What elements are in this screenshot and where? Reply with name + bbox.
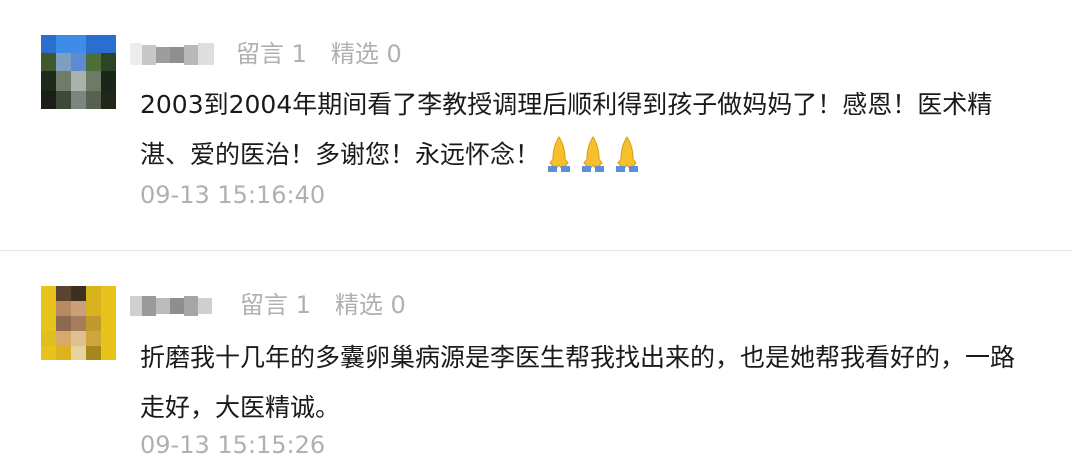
comment-text-content: 折磨我十几年的多囊卵巢病源是李医生帮我找出来的，也是她帮我看好的，一路走好，大医… bbox=[140, 343, 1016, 422]
reply-count[interactable]: 留言 1 bbox=[236, 37, 307, 71]
comment-text: 2003到2004年期间看了李教授调理后顺利得到孩子做妈妈了！感恩！医术精湛、爱… bbox=[140, 80, 1030, 180]
comment-timestamp: 09-13 15:15:26 bbox=[140, 431, 326, 459]
comment-text: 折磨我十几年的多囊卵巢病源是李医生帮我找出来的，也是她帮我看好的，一路走好，大医… bbox=[140, 333, 1030, 433]
avatar[interactable] bbox=[41, 286, 116, 360]
username-blurred[interactable] bbox=[130, 288, 214, 322]
comment-item: 留言 1 精选 0 折磨我十几年的多囊卵巢病源是李医生帮我找出来的，也是她帮我看好… bbox=[0, 251, 1072, 469]
comment-timestamp: 09-13 15:16:40 bbox=[140, 181, 326, 209]
username-blurred[interactable] bbox=[130, 37, 214, 71]
featured-count[interactable]: 精选 0 bbox=[331, 37, 402, 71]
comment-stats: 留言 1 精选 0 bbox=[240, 288, 406, 322]
comment-item: 留言 1 精选 0 2003到2004年期间看了李教授调理后顺利得到孩子做妈妈了！… bbox=[0, 0, 1072, 250]
comment-stats: 留言 1 精选 0 bbox=[236, 37, 402, 71]
pray-hands-icon bbox=[542, 133, 644, 173]
featured-count[interactable]: 精选 0 bbox=[335, 288, 406, 322]
avatar[interactable] bbox=[41, 35, 116, 109]
reply-count[interactable]: 留言 1 bbox=[240, 288, 311, 322]
